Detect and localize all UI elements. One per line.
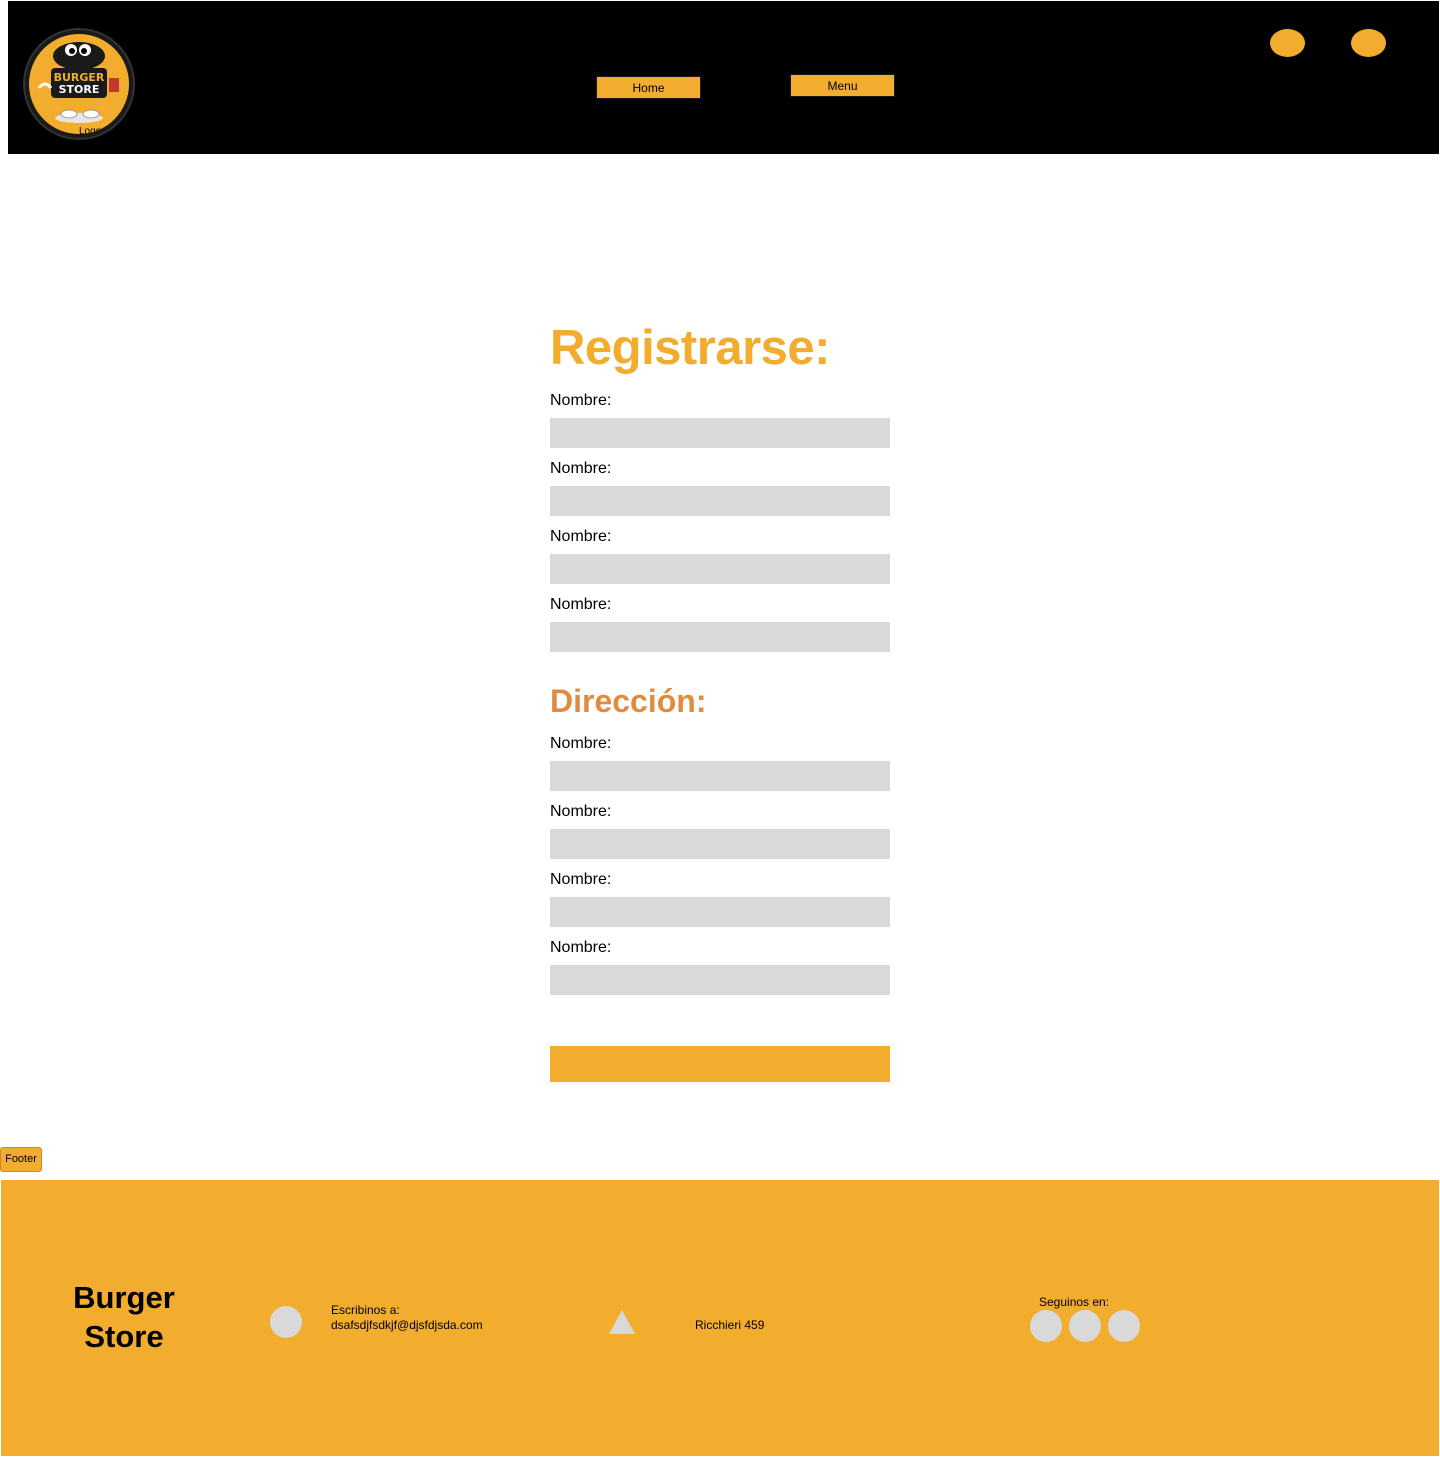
social-icon[interactable] — [1108, 1310, 1140, 1342]
social-icon[interactable] — [1069, 1310, 1101, 1342]
nombre-input[interactable] — [550, 622, 890, 652]
contact-info: Escribinos a: dsafsdjfsdkjf@djsfdjsda.co… — [331, 1303, 483, 1333]
footer-brand: Burger Store — [61, 1278, 187, 1356]
address-input[interactable] — [550, 829, 890, 859]
site-footer: Burger Store Escribinos a: dsafsdjfsdkjf… — [1, 1180, 1439, 1456]
cart-icon[interactable] — [1351, 29, 1386, 57]
site-header: BURGER STORE Logo Home Menu — [8, 1, 1439, 154]
nombre-input[interactable] — [550, 418, 890, 448]
field-label: Nombre: — [550, 871, 612, 888]
contact-prefix: Escribinos a: — [331, 1303, 400, 1317]
contact-email[interactable]: dsafsdjfsdkjf@djsfdjsda.com — [331, 1318, 483, 1333]
field-label: Nombre: — [550, 596, 612, 613]
location-icon — [609, 1310, 635, 1334]
brand-line: Burger — [73, 1280, 175, 1315]
page: BURGER STORE Logo Home Menu Registrarse:… — [0, 0, 1440, 1457]
mail-icon — [270, 1306, 302, 1338]
submit-button[interactable] — [550, 1046, 890, 1082]
field-label: Nombre: — [550, 460, 612, 477]
burger-mascot-icon: BURGER STORE — [37, 42, 119, 123]
logo-caption: Logo — [79, 126, 102, 137]
address-input[interactable] — [550, 897, 890, 927]
footer-tag: Footer — [0, 1147, 42, 1172]
address-input[interactable] — [550, 761, 890, 791]
logo[interactable]: BURGER STORE Logo — [25, 30, 133, 138]
address-input[interactable] — [550, 965, 890, 995]
form-title: Registrarse: — [550, 321, 830, 375]
field-label: Nombre: — [550, 939, 612, 956]
brand-line: Store — [84, 1319, 164, 1354]
social-icon[interactable] — [1030, 1310, 1062, 1342]
nombre-input[interactable] — [550, 554, 890, 584]
nombre-input[interactable] — [550, 486, 890, 516]
address-section-title: Dirección: — [550, 683, 707, 719]
field-label: Nombre: — [550, 392, 612, 409]
user-icon[interactable] — [1270, 29, 1305, 57]
field-label: Nombre: — [550, 803, 612, 820]
svg-text:STORE: STORE — [59, 83, 100, 96]
field-label: Nombre: — [550, 528, 612, 545]
nav-menu-button[interactable]: Menu — [790, 74, 895, 97]
footer-address: Ricchieri 459 — [695, 1318, 765, 1332]
follow-label: Seguinos en: — [1039, 1295, 1110, 1309]
nav-home-button[interactable]: Home — [596, 76, 701, 99]
field-label: Nombre: — [550, 735, 612, 752]
